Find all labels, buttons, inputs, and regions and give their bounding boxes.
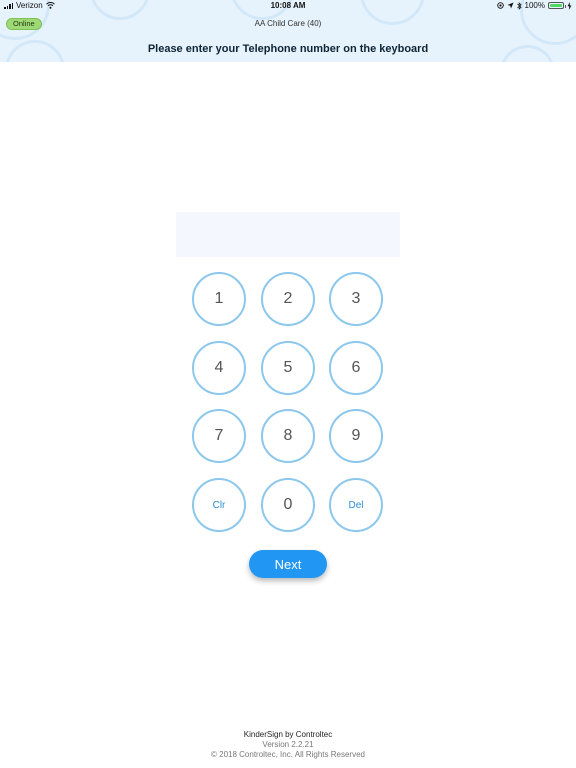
delete-key[interactable]: Del xyxy=(329,478,383,532)
footer-version: Version 2.2.21 xyxy=(262,740,314,749)
status-bar: Verizon 10:08 AM 100% xyxy=(0,0,576,12)
location-icon xyxy=(496,2,504,9)
clear-key[interactable]: Clr xyxy=(192,478,246,532)
next-button[interactable]: Next xyxy=(249,550,327,578)
key-3[interactable]: 3 xyxy=(329,272,383,326)
charging-icon xyxy=(567,1,572,10)
key-1[interactable]: 1 xyxy=(192,272,246,326)
status-time: 10:08 AM xyxy=(270,1,306,10)
footer-brand: KinderSign by Controltec xyxy=(243,730,333,739)
key-9[interactable]: 9 xyxy=(329,409,383,463)
key-4[interactable]: 4 xyxy=(192,341,246,395)
page-title: AA Child Care (40) xyxy=(254,19,322,28)
navigation-arrow-icon xyxy=(507,2,514,9)
footer-copyright: © 2018 Controltec, Inc. All Rights Reser… xyxy=(211,750,365,759)
phone-number-display xyxy=(176,212,400,257)
instruction-prompt: Please enter your Telephone number on th… xyxy=(147,43,429,55)
key-0[interactable]: 0 xyxy=(261,478,315,532)
header-bar: Verizon 10:08 AM 100% Online AA Child Ca… xyxy=(0,0,576,62)
bluetooth-icon xyxy=(516,1,522,10)
key-2[interactable]: 2 xyxy=(261,272,315,326)
battery-percentage: 100% xyxy=(524,1,545,10)
key-6[interactable]: 6 xyxy=(329,341,383,395)
key-5[interactable]: 5 xyxy=(261,341,315,395)
key-7[interactable]: 7 xyxy=(192,409,246,463)
footer: KinderSign by Controltec Version 2.2.21 … xyxy=(0,730,576,760)
key-8[interactable]: 8 xyxy=(261,409,315,463)
battery-icon xyxy=(548,2,566,9)
